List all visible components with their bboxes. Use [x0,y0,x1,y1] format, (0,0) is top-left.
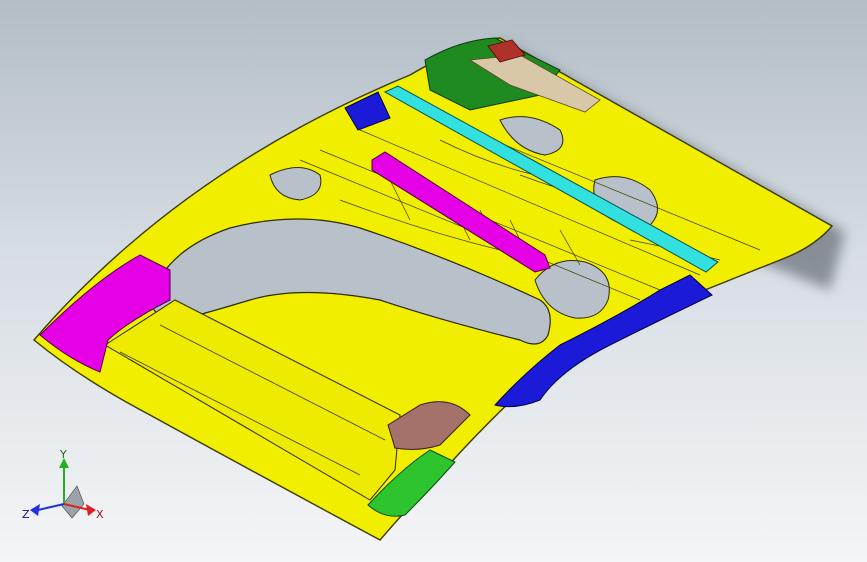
x-axis-label: X [96,508,104,521]
axis-triad: Y X Z [22,448,104,521]
z-axis-arrow [30,504,40,516]
triad-base-cone [61,485,85,519]
x-axis-arrow [86,504,96,516]
z-axis-line [37,503,65,511]
y-axis-label: Y [59,448,67,461]
cad-viewport[interactable]: Y X Z [0,0,867,562]
z-axis-label: Z [22,508,30,521]
roof-assembly-model[interactable] [0,0,867,562]
